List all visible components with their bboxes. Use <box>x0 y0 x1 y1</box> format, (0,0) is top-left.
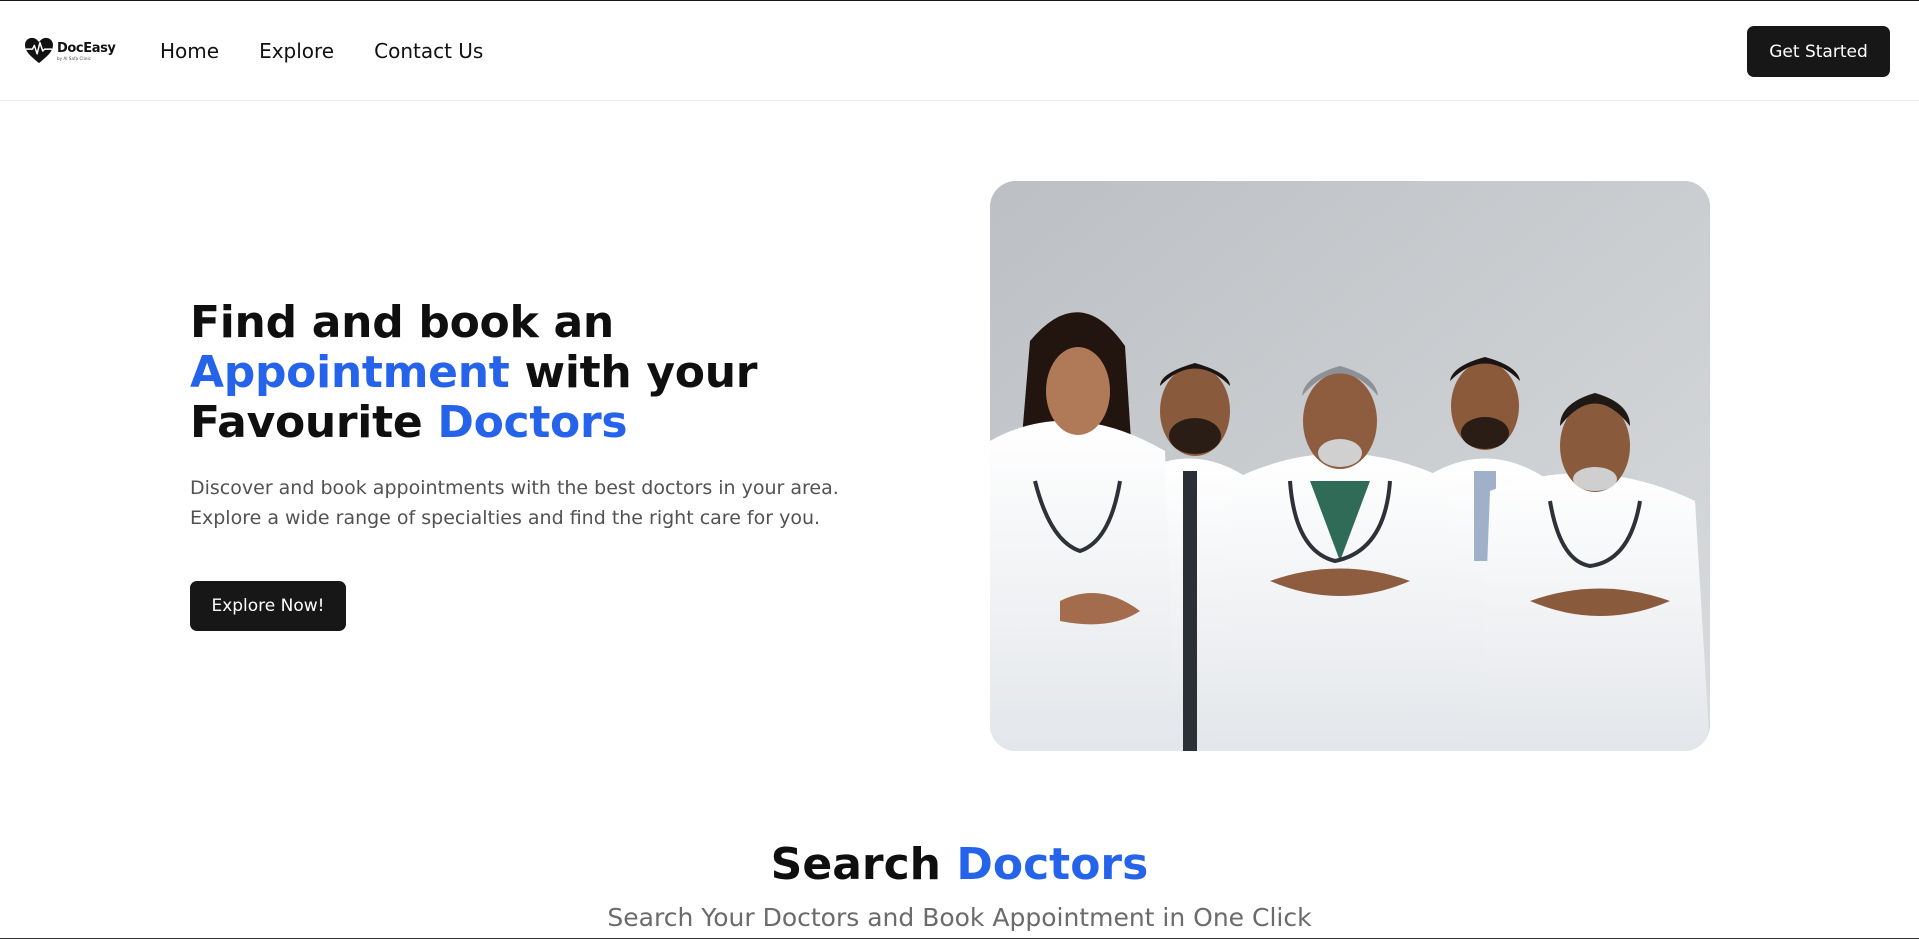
get-started-button[interactable]: Get Started <box>1747 26 1890 77</box>
search-title-highlight: Doctors <box>956 839 1149 890</box>
hero-title-highlight-appointment: Appointment <box>190 347 510 398</box>
heart-pulse-icon <box>25 37 53 64</box>
hero-title-line-1: Find and book an <box>190 297 614 348</box>
search-title-start: Search <box>770 839 957 890</box>
hero-description-line-2: Explore a wide range of specialties and … <box>190 507 821 529</box>
hero-description: Discover and book appointments with the … <box>190 473 910 533</box>
brand-wordmark: DocEasy by Al Safa Clinic <box>57 42 116 61</box>
nav-link-contact-us[interactable]: Contact Us <box>374 39 483 63</box>
hero-title-line-3-start: Favourite <box>190 397 438 448</box>
hero-doctors-image <box>990 181 1710 751</box>
hero-title-line-2-rest: with your <box>509 347 758 398</box>
hero-title-highlight-doctors: Doctors <box>437 397 628 448</box>
search-section-subtitle: Search Your Doctors and Book Appointment… <box>607 903 1312 932</box>
navbar: DocEasy by Al Safa Clinic Home Explore C… <box>0 1 1919 101</box>
nav-link-explore[interactable]: Explore <box>259 39 334 63</box>
brand-tagline: by Al Safa Clinic <box>57 55 91 61</box>
hero-title: Find and book an Appointment with your F… <box>190 298 757 448</box>
explore-now-button[interactable]: Explore Now! <box>190 581 346 631</box>
search-section-title: Search Doctors <box>0 836 1919 894</box>
brand-logo[interactable]: DocEasy by Al Safa Clinic <box>24 37 116 65</box>
main-nav: Home Explore Contact Us <box>160 39 523 63</box>
hero-description-line-1: Discover and book appointments with the … <box>190 477 839 499</box>
doctors-group-photo <box>990 181 1710 751</box>
brand-name: DocEasy <box>57 40 116 56</box>
nav-link-home[interactable]: Home <box>160 39 219 63</box>
